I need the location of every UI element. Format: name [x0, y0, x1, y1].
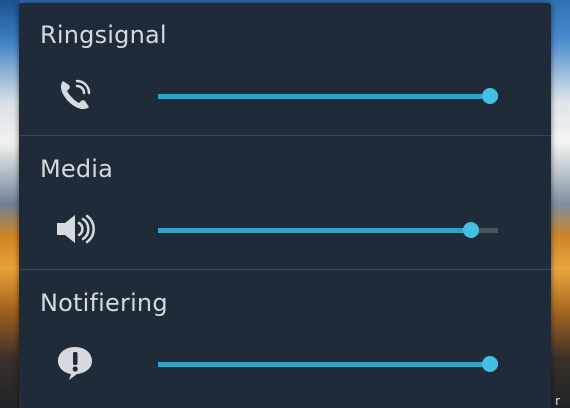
- notification-volume-title: Notifiering: [40, 289, 168, 317]
- media-volume-title: Media: [40, 155, 114, 183]
- ringtone-volume-title: Ringsignal: [40, 21, 167, 49]
- slider-thumb[interactable]: [482, 356, 498, 372]
- ringtone-volume-section: Ringsignal: [19, 3, 551, 136]
- background-corner-text: r: [555, 394, 560, 408]
- wallpaper-right-edge: [550, 0, 570, 408]
- slider-fill: [158, 362, 498, 367]
- slider-thumb[interactable]: [463, 222, 479, 238]
- notification-volume-section: Notifiering: [19, 271, 551, 404]
- section-divider: [19, 269, 551, 270]
- phone-ringing-icon: [55, 75, 95, 115]
- ringtone-volume-slider[interactable]: [158, 88, 498, 104]
- notification-alert-icon: [55, 343, 95, 383]
- slider-fill: [158, 228, 471, 233]
- speaker-volume-icon: [55, 209, 95, 249]
- slider-thumb[interactable]: [482, 88, 498, 104]
- slider-fill: [158, 94, 498, 99]
- section-divider: [19, 135, 551, 136]
- wallpaper-left-edge: [0, 0, 20, 408]
- media-volume-slider[interactable]: [158, 222, 498, 238]
- notification-volume-slider[interactable]: [158, 356, 498, 372]
- volume-dialog: Ringsignal Media Notifiering: [19, 3, 551, 408]
- media-volume-section: Media: [19, 137, 551, 270]
